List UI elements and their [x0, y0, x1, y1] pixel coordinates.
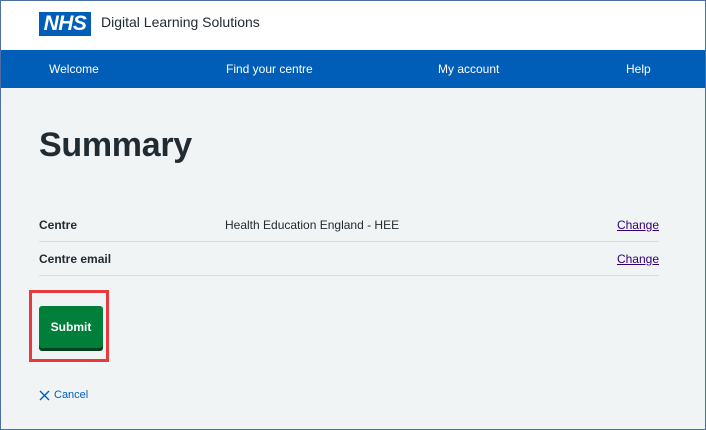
summary-row-centre-email: Centre email Change — [39, 242, 659, 276]
submit-button[interactable]: Submit — [39, 306, 103, 348]
site-header: NHS Digital Learning Solutions — [1, 1, 705, 50]
nav-item-my-account[interactable]: My account — [438, 50, 499, 88]
nav-item-help[interactable]: Help — [626, 50, 651, 88]
primary-navigation: Welcome Find your centre My account Help — [1, 50, 705, 88]
summary-key: Centre — [39, 218, 78, 232]
change-centre-link[interactable]: Change — [617, 217, 659, 233]
summary-list: Centre Health Education England - HEE Ch… — [39, 208, 659, 276]
summary-value: Health Education England - HEE — [225, 218, 400, 232]
summary-key: Centre email — [39, 252, 112, 266]
nhs-logo[interactable]: NHS — [39, 12, 91, 36]
close-icon — [39, 390, 50, 400]
nav-item-find-your-centre[interactable]: Find your centre — [226, 50, 313, 88]
change-centre-email-link[interactable]: Change — [617, 251, 659, 267]
page-title: Summary — [39, 126, 192, 164]
cancel-label: Cancel — [54, 389, 89, 401]
cancel-link[interactable]: Cancel — [39, 387, 88, 403]
nav-item-welcome[interactable]: Welcome — [49, 50, 99, 88]
service-name[interactable]: Digital Learning Solutions — [101, 13, 260, 31]
summary-row-centre: Centre Health Education England - HEE Ch… — [39, 208, 659, 242]
browser-viewport: NHS Digital Learning Solutions Welcome F… — [0, 0, 706, 430]
